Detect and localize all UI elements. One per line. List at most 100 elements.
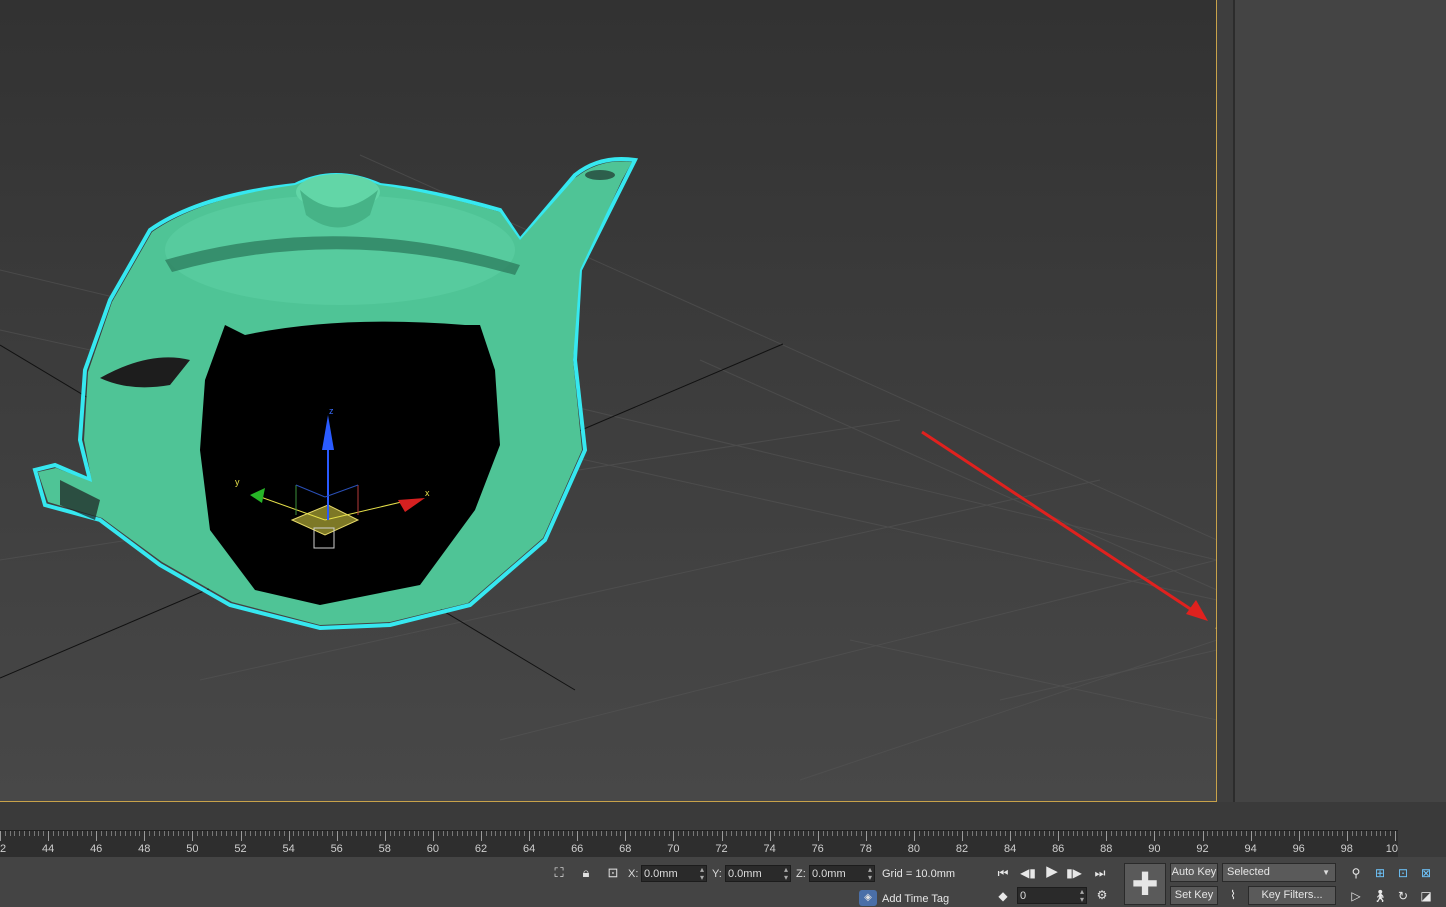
track-bar-minor-tick: [846, 831, 848, 836]
track-bar-minor-tick: [307, 831, 309, 836]
track-bar-minor-tick: [1087, 831, 1089, 836]
track-bar-minor-tick: [447, 831, 449, 836]
track-bar-minor-tick: [885, 831, 887, 836]
selection-lock-icon[interactable]: 🔒︎: [578, 865, 594, 881]
track-bar-minor-tick: [788, 831, 790, 836]
track-bar-minor-tick: [1361, 831, 1363, 836]
track-bar-minor-tick: [904, 831, 906, 836]
track-bar[interactable]: 2 44 46 48 50 52 54 56 58 60 62 64 66 68 70 72 74 76 78 80 8…: [0, 830, 1404, 857]
add-time-tag-label[interactable]: Add Time Tag: [882, 893, 949, 905]
track-bar-minor-tick: [1096, 831, 1098, 836]
track-bar-major-tick: [192, 831, 194, 841]
track-bar-minor-tick: [639, 831, 641, 836]
track-bar-minor-tick: [933, 831, 935, 836]
track-bar-minor-tick: [331, 831, 333, 836]
track-bar-minor-tick: [505, 831, 507, 836]
track-bar-minor-tick: [755, 831, 757, 836]
track-bar-major-tick: [529, 831, 531, 841]
track-bar-minor-tick: [1111, 831, 1113, 836]
track-bar-minor-tick: [158, 831, 160, 836]
track-bar-minor-tick: [567, 831, 569, 836]
track-bar-minor-tick: [461, 831, 463, 836]
time-tag-icon[interactable]: ◈: [859, 890, 877, 906]
previous-frame-icon[interactable]: ◀▮: [1020, 866, 1036, 880]
track-bar-minor-tick: [1168, 831, 1170, 836]
track-bar-minor-tick: [856, 831, 858, 836]
key-set-dropdown[interactable]: Selected ▼: [1222, 863, 1336, 882]
set-key-button[interactable]: Set Key: [1170, 886, 1218, 905]
track-bar-minor-tick: [86, 831, 88, 836]
x-coordinate-field[interactable]: 0.0mm ▴ ▾: [641, 865, 707, 882]
track-bar-minor-tick: [1144, 831, 1146, 836]
track-bar-tick-label: 70: [667, 843, 680, 855]
track-bar-minor-tick: [471, 831, 473, 836]
zoom-extents-all-icon[interactable]: ⊠: [1418, 866, 1434, 880]
track-bar-minor-tick: [62, 831, 64, 836]
track-bar-minor-tick: [610, 831, 612, 836]
track-bar-minor-tick: [355, 831, 357, 836]
zoom-extents-icon[interactable]: ⊡: [1395, 866, 1411, 880]
track-bar-minor-tick: [1034, 831, 1036, 836]
track-bar-minor-tick: [495, 831, 497, 836]
zoom-all-icon[interactable]: ⊞: [1372, 866, 1388, 880]
z-label: Z:: [796, 868, 806, 880]
track-bar-minor-tick: [177, 831, 179, 836]
time-slider-area[interactable]: [0, 802, 1446, 830]
go-to-start-icon[interactable]: ⏮: [995, 866, 1011, 880]
track-bar-minor-tick: [245, 831, 247, 836]
track-bar-minor-tick: [19, 831, 21, 836]
maximize-viewport-icon[interactable]: ◪: [1418, 889, 1434, 903]
track-bar-minor-tick: [519, 831, 521, 836]
track-bar-major-tick: [1250, 831, 1252, 841]
track-bar-minor-tick: [442, 831, 444, 836]
track-bar-minor-tick: [716, 831, 718, 836]
track-bar-minor-tick: [1164, 831, 1166, 836]
track-bar-minor-tick: [1269, 831, 1271, 836]
track-bar-minor-tick: [1245, 831, 1247, 836]
track-bar-minor-tick: [990, 831, 992, 836]
track-bar-minor-tick: [1356, 831, 1358, 836]
track-bar-minor-tick: [206, 831, 208, 836]
track-bar-minor-tick: [264, 831, 266, 836]
key-mode-toggle-icon[interactable]: ◆: [995, 889, 1011, 903]
track-bar-minor-tick: [235, 831, 237, 836]
x-value: 0.0mm: [644, 868, 678, 880]
track-bar-major-tick: [673, 831, 675, 841]
zoom-icon[interactable]: ⚲: [1348, 866, 1364, 880]
track-bar-minor-tick: [875, 831, 877, 836]
track-bar-minor-tick: [303, 831, 305, 836]
track-bar-tick-label: 58: [378, 843, 391, 855]
track-bar-minor-tick: [731, 831, 733, 836]
track-bar-minor-tick: [168, 831, 170, 836]
auto-key-button[interactable]: Auto Key: [1170, 863, 1218, 882]
field-of-view-icon[interactable]: ▷: [1348, 889, 1364, 903]
isolate-selection-icon[interactable]: ⛶: [551, 865, 567, 881]
walk-through-icon[interactable]: 🚶︎: [1372, 889, 1388, 903]
track-bar-minor-tick: [187, 831, 189, 836]
track-bar-minor-tick: [202, 831, 204, 836]
track-bar-minor-tick: [1072, 831, 1074, 836]
go-to-end-icon[interactable]: ⏭: [1092, 866, 1108, 880]
orbit-icon[interactable]: ↻: [1395, 889, 1411, 903]
track-bar-minor-tick: [283, 831, 285, 836]
y-coordinate-field[interactable]: 0.0mm ▴ ▾: [725, 865, 791, 882]
perspective-viewport[interactable]: y x z: [0, 0, 1217, 802]
key-filters-button[interactable]: Key Filters...: [1248, 886, 1336, 905]
track-bar-minor-tick: [836, 831, 838, 836]
viewport-scene: y x z: [0, 154, 1217, 781]
track-bar-minor-tick: [740, 831, 742, 836]
track-bar-minor-tick: [1303, 831, 1305, 836]
set-keys-button[interactable]: ✚: [1124, 863, 1166, 905]
track-bar-minor-tick: [1101, 831, 1103, 836]
gizmo-z-label: z: [329, 406, 334, 416]
current-frame-field[interactable]: 0 ▴ ▾: [1017, 887, 1087, 904]
track-bar-tick-label: 90: [1148, 843, 1161, 855]
default-in-out-tangents-icon[interactable]: ⌇: [1225, 888, 1241, 902]
track-bar-tick-label: 48: [138, 843, 151, 855]
absolute-mode-icon[interactable]: ⊡: [605, 865, 621, 881]
time-configuration-icon[interactable]: ⚙: [1094, 888, 1110, 902]
z-coordinate-field[interactable]: 0.0mm ▴ ▾: [809, 865, 875, 882]
next-frame-icon[interactable]: ▮▶: [1066, 866, 1082, 880]
play-icon[interactable]: ▶: [1044, 864, 1060, 879]
track-bar-tick-label: 46: [90, 843, 103, 855]
